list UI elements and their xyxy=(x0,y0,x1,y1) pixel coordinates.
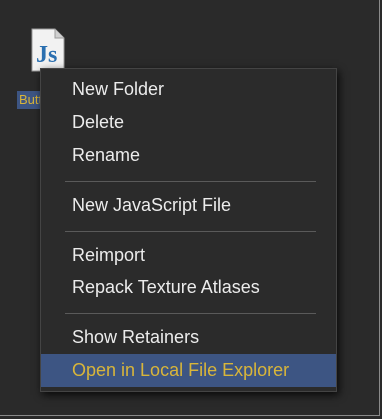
context-menu: New Folder Delete Rename New JavaScript … xyxy=(40,68,337,392)
menu-separator xyxy=(65,181,316,182)
menu-separator xyxy=(65,313,316,314)
menu-item-show-retainers[interactable]: Show Retainers xyxy=(41,321,336,354)
menu-item-rename[interactable]: Rename xyxy=(41,139,336,172)
menu-item-reimport[interactable]: Reimport xyxy=(41,239,336,272)
menu-item-new-javascript-file[interactable]: New JavaScript File xyxy=(41,189,336,222)
icon-text: Js xyxy=(36,42,57,68)
menu-separator xyxy=(65,231,316,232)
menu-item-delete[interactable]: Delete xyxy=(41,106,336,139)
javascript-file-icon: Js xyxy=(31,28,65,72)
menu-item-new-folder[interactable]: New Folder xyxy=(41,73,336,106)
menu-item-open-in-local-file-explorer[interactable]: Open in Local File Explorer xyxy=(41,354,336,387)
menu-item-repack-texture-atlases[interactable]: Repack Texture Atlases xyxy=(41,271,336,304)
